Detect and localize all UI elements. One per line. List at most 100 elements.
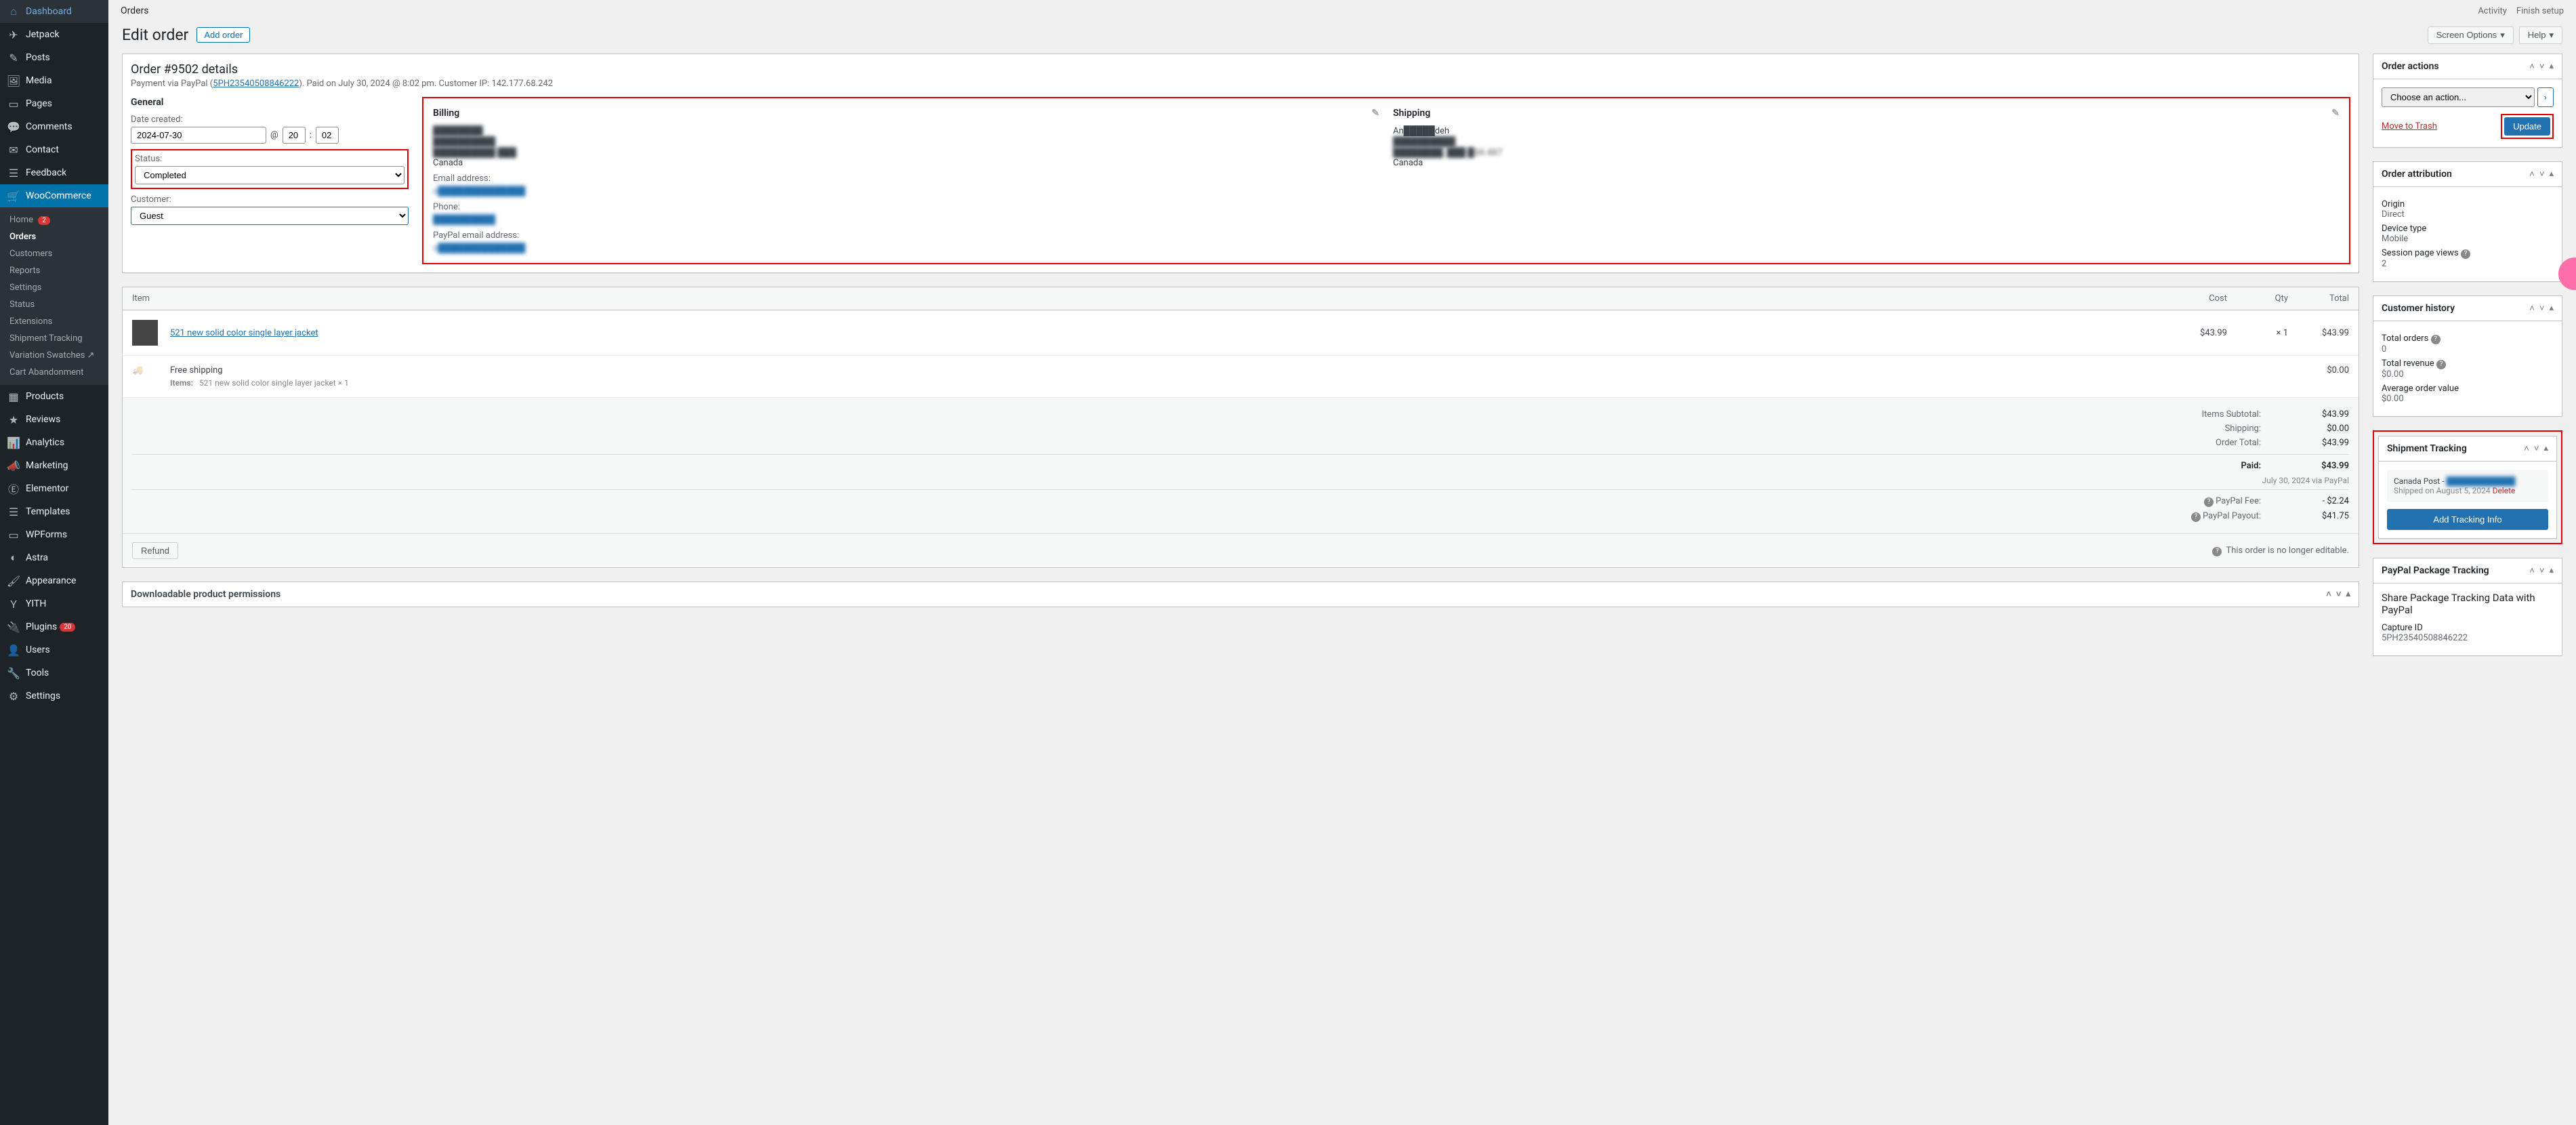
sidebar-item-contact[interactable]: ✉Contact <box>0 138 108 161</box>
shipping-line: 🚚 Free shipping Items: 521 new solid col… <box>123 356 2359 398</box>
help-icon[interactable]: ? <box>2431 335 2440 344</box>
activity-link[interactable]: Activity <box>2478 6 2507 16</box>
menu-icon: ▭ <box>7 97 20 110</box>
txn-link[interactable]: 5PH23540508846222 <box>213 79 299 89</box>
menu-icon: ✎ <box>7 51 20 64</box>
info-icon: ? <box>2212 547 2222 556</box>
billing-heading: Billing <box>433 108 459 119</box>
tracking-delete-link[interactable]: Delete <box>2493 486 2516 495</box>
help-button[interactable]: Help▾ <box>2519 26 2562 44</box>
trash-link[interactable]: Move to Trash <box>2382 121 2437 131</box>
action-select[interactable]: Choose an action... <box>2382 87 2535 107</box>
refund-button[interactable]: Refund <box>132 542 178 559</box>
help-icon[interactable]: ? <box>2436 360 2446 369</box>
sidebar-item-appearance[interactable]: 🖌Appearance <box>0 569 108 592</box>
sidebar-item-jetpack[interactable]: ✈Jetpack <box>0 23 108 46</box>
sidebar-subitem-home[interactable]: Home 2 <box>0 211 108 228</box>
order-attribution-box: Order attribution˄˅▴ Origin Direct Devic… <box>2373 161 2562 282</box>
help-icon[interactable]: ? <box>2204 497 2214 507</box>
screen-options-button[interactable]: Screen Options▾ <box>2428 26 2514 44</box>
page-title: Edit order <box>122 26 188 44</box>
sidebar-subitem-cart-abandonment[interactable]: Cart Abandonment <box>0 364 108 381</box>
chevron-up-icon: ˄ <box>2326 589 2331 600</box>
status-select[interactable]: Completed <box>135 166 404 184</box>
billing-phone-link[interactable]: ██████████ <box>433 215 495 225</box>
date-input[interactable] <box>131 127 266 144</box>
help-icon[interactable]: ? <box>2461 249 2470 259</box>
add-order-button[interactable]: Add order <box>196 27 250 43</box>
sidebar-subitem-status[interactable]: Status <box>0 296 108 313</box>
sidebar-item-yith[interactable]: YYITH <box>0 592 108 615</box>
sidebar-item-plugins[interactable]: 🔌Plugins20 <box>0 615 108 638</box>
sidebar-item-dashboard[interactable]: ⌂Dashboard <box>0 0 108 23</box>
sidebar-item-woocommerce[interactable]: 🛒WooCommerce <box>0 184 108 207</box>
order-actions-box: Order actions˄˅▴ Choose an action... › M… <box>2373 54 2562 148</box>
sidebar-subitem-reports[interactable]: Reports <box>0 262 108 279</box>
sidebar-item-media[interactable]: 🖼Media <box>0 69 108 92</box>
menu-icon: 💬 <box>7 120 20 134</box>
menu-icon: ☰ <box>7 166 20 180</box>
update-button[interactable]: Update <box>2504 117 2550 136</box>
sidebar-item-marketing[interactable]: 📣Marketing <box>0 454 108 477</box>
sidebar-item-astra[interactable]: ◐Astra <box>0 546 108 569</box>
sidebar-item-users[interactable]: 👤Users <box>0 638 108 661</box>
billing-email-link[interactable]: o██████████████ <box>433 186 525 197</box>
sidebar-item-tools[interactable]: 🔧Tools <box>0 661 108 684</box>
topbar: Orders Activity Finish setup <box>108 0 2576 22</box>
chevron-up-icon[interactable]: ˄ <box>2529 61 2535 72</box>
downloadable-box[interactable]: Downloadable product permissions ˄˅▴ <box>122 581 2359 607</box>
menu-icon: Ⓔ <box>7 482 20 495</box>
admin-sidebar: ⌂Dashboard✈Jetpack✎Posts🖼Media▭Pages💬Com… <box>0 0 108 1125</box>
menu-icon: Y <box>7 597 20 611</box>
sidebar-subitem-orders[interactable]: Orders <box>0 228 108 245</box>
sidebar-item-feedback[interactable]: ☰Feedback <box>0 161 108 184</box>
product-link[interactable]: 521 new solid color single layer jacket <box>170 328 318 338</box>
finish-setup-link[interactable]: Finish setup <box>2516 6 2564 16</box>
sidebar-item-elementor[interactable]: ⒺElementor <box>0 477 108 500</box>
menu-icon: 📣 <box>7 459 20 472</box>
menu-icon: ★ <box>7 413 20 426</box>
sidebar-item-wpforms[interactable]: ▭WPForms <box>0 523 108 546</box>
sidebar-item-reviews[interactable]: ★Reviews <box>0 408 108 431</box>
sidebar-item-products[interactable]: ▦Products <box>0 385 108 408</box>
menu-icon: 🔌 <box>7 620 20 634</box>
sidebar-subitem-shipment-tracking[interactable]: Shipment Tracking <box>0 330 108 347</box>
menu-icon: 👤 <box>7 643 20 657</box>
sidebar-subitem-extensions[interactable]: Extensions <box>0 313 108 330</box>
order-subtext: Payment via PayPal (5PH23540508846222). … <box>131 79 2350 89</box>
shipping-heading: Shipping <box>1393 108 1430 119</box>
customer-select[interactable]: Guest <box>131 207 409 225</box>
count-badge: 2 <box>38 216 50 225</box>
truck-icon: 🚚 <box>132 365 158 379</box>
edit-shipping-icon[interactable]: ✎ <box>2331 108 2340 119</box>
sidebar-item-templates[interactable]: ☰Templates <box>0 500 108 523</box>
edit-billing-icon[interactable]: ✎ <box>1371 108 1379 119</box>
menu-icon: ⚙ <box>7 689 20 703</box>
menu-icon: 📊 <box>7 436 20 449</box>
sidebar-item-comments[interactable]: 💬Comments <box>0 115 108 138</box>
minute-input[interactable] <box>316 127 339 144</box>
menu-icon: ⌂ <box>7 5 20 18</box>
sidebar-subitem-variation-swatches[interactable]: Variation Swatches ↗ <box>0 347 108 364</box>
product-thumb <box>132 320 158 346</box>
menu-icon: 🛒 <box>7 189 20 203</box>
menu-icon: 🖼 <box>7 74 20 87</box>
sidebar-item-analytics[interactable]: 📊Analytics <box>0 431 108 454</box>
menu-icon: ✈ <box>7 28 20 41</box>
chevron-down-icon[interactable]: ˅ <box>2539 61 2545 72</box>
count-badge: 20 <box>60 623 75 632</box>
sidebar-item-posts[interactable]: ✎Posts <box>0 46 108 69</box>
menu-icon: ▦ <box>7 390 20 403</box>
add-tracking-button[interactable]: Add Tracking Info <box>2387 509 2548 530</box>
help-icon[interactable]: ? <box>2191 512 2201 522</box>
breadcrumb: Orders <box>121 5 149 16</box>
sidebar-subitem-settings[interactable]: Settings <box>0 279 108 296</box>
hour-input[interactable] <box>283 127 306 144</box>
sidebar-item-pages[interactable]: ▭Pages <box>0 92 108 115</box>
chevron-down-icon: ˅ <box>2336 589 2342 600</box>
sidebar-subitem-customers[interactable]: Customers <box>0 245 108 262</box>
paypal-tracking-box: PayPal Package Tracking˄˅▴ Share Package… <box>2373 558 2562 656</box>
action-go-button[interactable]: › <box>2537 87 2554 107</box>
tracking-number-link[interactable]: ████████████ <box>2447 476 2516 486</box>
sidebar-item-settings[interactable]: ⚙Settings <box>0 684 108 708</box>
